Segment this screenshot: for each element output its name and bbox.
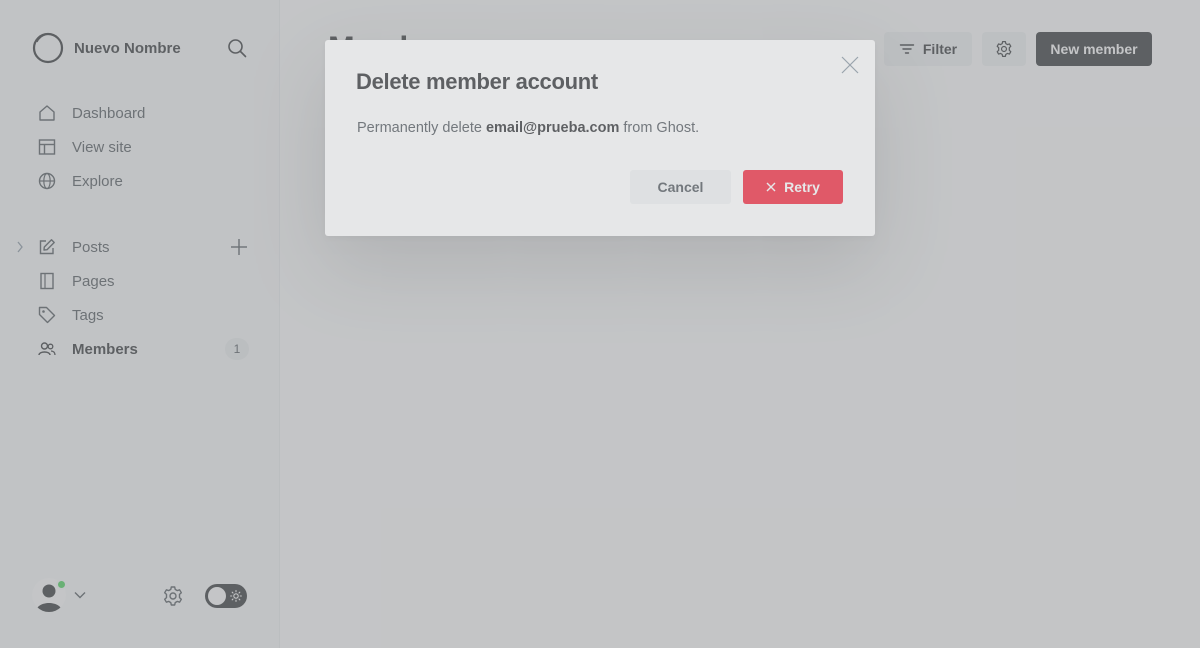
modal-body: Permanently delete email@prueba.com from… <box>357 120 699 136</box>
member-email: email@prueba.com <box>485 120 620 136</box>
cancel-button[interactable]: Cancel <box>630 170 731 204</box>
close-icon <box>841 56 859 74</box>
modal-title: Delete member account <box>356 69 598 94</box>
delete-member-modal: Delete member account Permanently delete… <box>325 40 875 236</box>
retry-button[interactable]: Retry <box>743 170 843 204</box>
modal-body-suffix: from Ghost. <box>619 120 700 136</box>
close-icon <box>766 182 776 192</box>
modal-body-prefix: Permanently delete <box>357 120 486 136</box>
close-button[interactable] <box>840 55 860 75</box>
retry-label: Retry <box>784 179 820 195</box>
